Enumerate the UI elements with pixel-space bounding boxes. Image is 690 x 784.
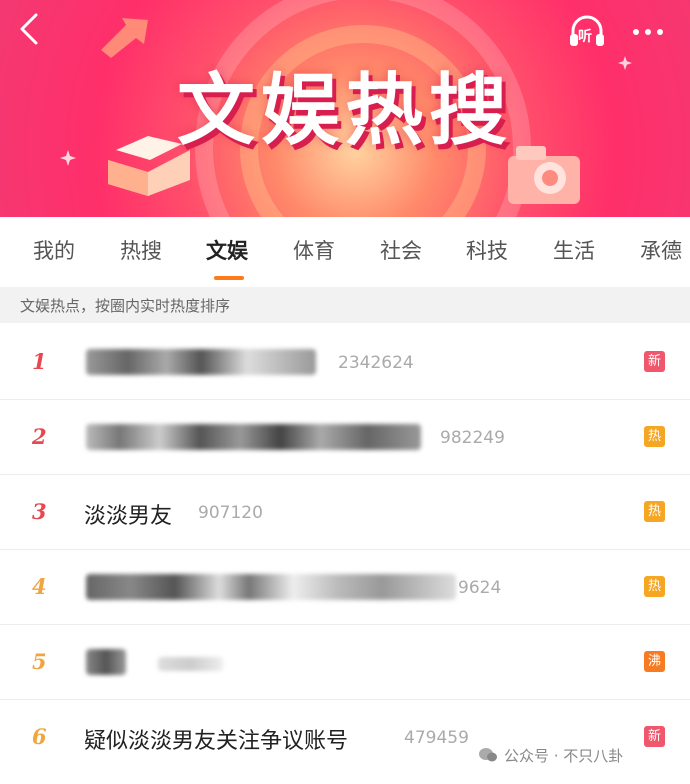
tab-entertainment[interactable]: 文娱 [206, 235, 248, 265]
list-description: 文娱热点，按圈内实时热度排序 [20, 297, 231, 315]
tab-life[interactable]: 生活 [553, 235, 595, 265]
redacted-title [86, 424, 421, 450]
tab-society[interactable]: 社会 [380, 235, 422, 265]
rank-number: 1 [32, 349, 47, 374]
heat-count: 907120 [198, 503, 263, 523]
new-badge: 新 [644, 351, 665, 372]
new-badge: 新 [644, 726, 665, 747]
tab-tech[interactable]: 科技 [466, 235, 508, 265]
hot-badge: 热 [644, 576, 665, 597]
list-item[interactable]: 1 2342624 新 [0, 325, 690, 400]
boiling-badge: 沸 [644, 651, 665, 672]
rank-number: 6 [32, 724, 47, 749]
tab-sports[interactable]: 体育 [293, 235, 335, 265]
more-dot-icon [633, 29, 639, 35]
item-title: 疑似淡淡男友关注争议账号 [84, 729, 349, 754]
list-item[interactable]: 2 982249 热 [0, 400, 690, 475]
list-item[interactable]: 5 沸 [0, 625, 690, 700]
rank-number: 2 [32, 424, 47, 449]
active-tab-indicator [214, 276, 244, 280]
list-item[interactable]: 4 9624 热 [0, 550, 690, 625]
redacted-count [158, 657, 223, 671]
wechat-icon [479, 748, 497, 762]
category-tab-bar: 我的 热搜 文娱 体育 社会 科技 生活 承德 [0, 217, 690, 287]
more-button[interactable] [633, 20, 669, 36]
rank-number: 4 [32, 574, 47, 599]
item-title: 淡淡男友 [84, 504, 173, 529]
rank-number: 5 [32, 649, 47, 674]
tab-chengde[interactable]: 承德 [640, 235, 682, 265]
header-banner: 文娱热搜 听 [0, 0, 690, 217]
hot-badge: 热 [644, 426, 665, 447]
more-dot-icon [645, 29, 651, 35]
hot-badge: 热 [644, 501, 665, 522]
chevron-left-icon [20, 13, 38, 45]
redacted-title [86, 649, 126, 675]
page-title: 文娱热搜 [176, 66, 513, 156]
list-item[interactable]: 3 淡淡男友 907120 热 [0, 475, 690, 550]
tab-mine[interactable]: 我的 [33, 235, 75, 265]
rank-number: 3 [32, 499, 47, 524]
heat-count: 2342624 [338, 353, 414, 373]
more-dot-icon [657, 29, 663, 35]
tab-hot-search[interactable]: 热搜 [120, 235, 162, 265]
listen-button[interactable]: 听 [568, 12, 606, 50]
redacted-title [86, 349, 316, 375]
heat-count: 9624 [458, 578, 502, 598]
listen-label: 听 [578, 29, 592, 45]
back-button[interactable] [16, 12, 46, 46]
redacted-title [86, 574, 456, 600]
list-description-bar: 文娱热点，按圈内实时热度排序 [0, 287, 690, 323]
heat-count: 479459 [404, 728, 469, 748]
heat-count: 982249 [440, 428, 505, 448]
watermark-text: 公众号 · 不只八卦 [504, 747, 624, 765]
